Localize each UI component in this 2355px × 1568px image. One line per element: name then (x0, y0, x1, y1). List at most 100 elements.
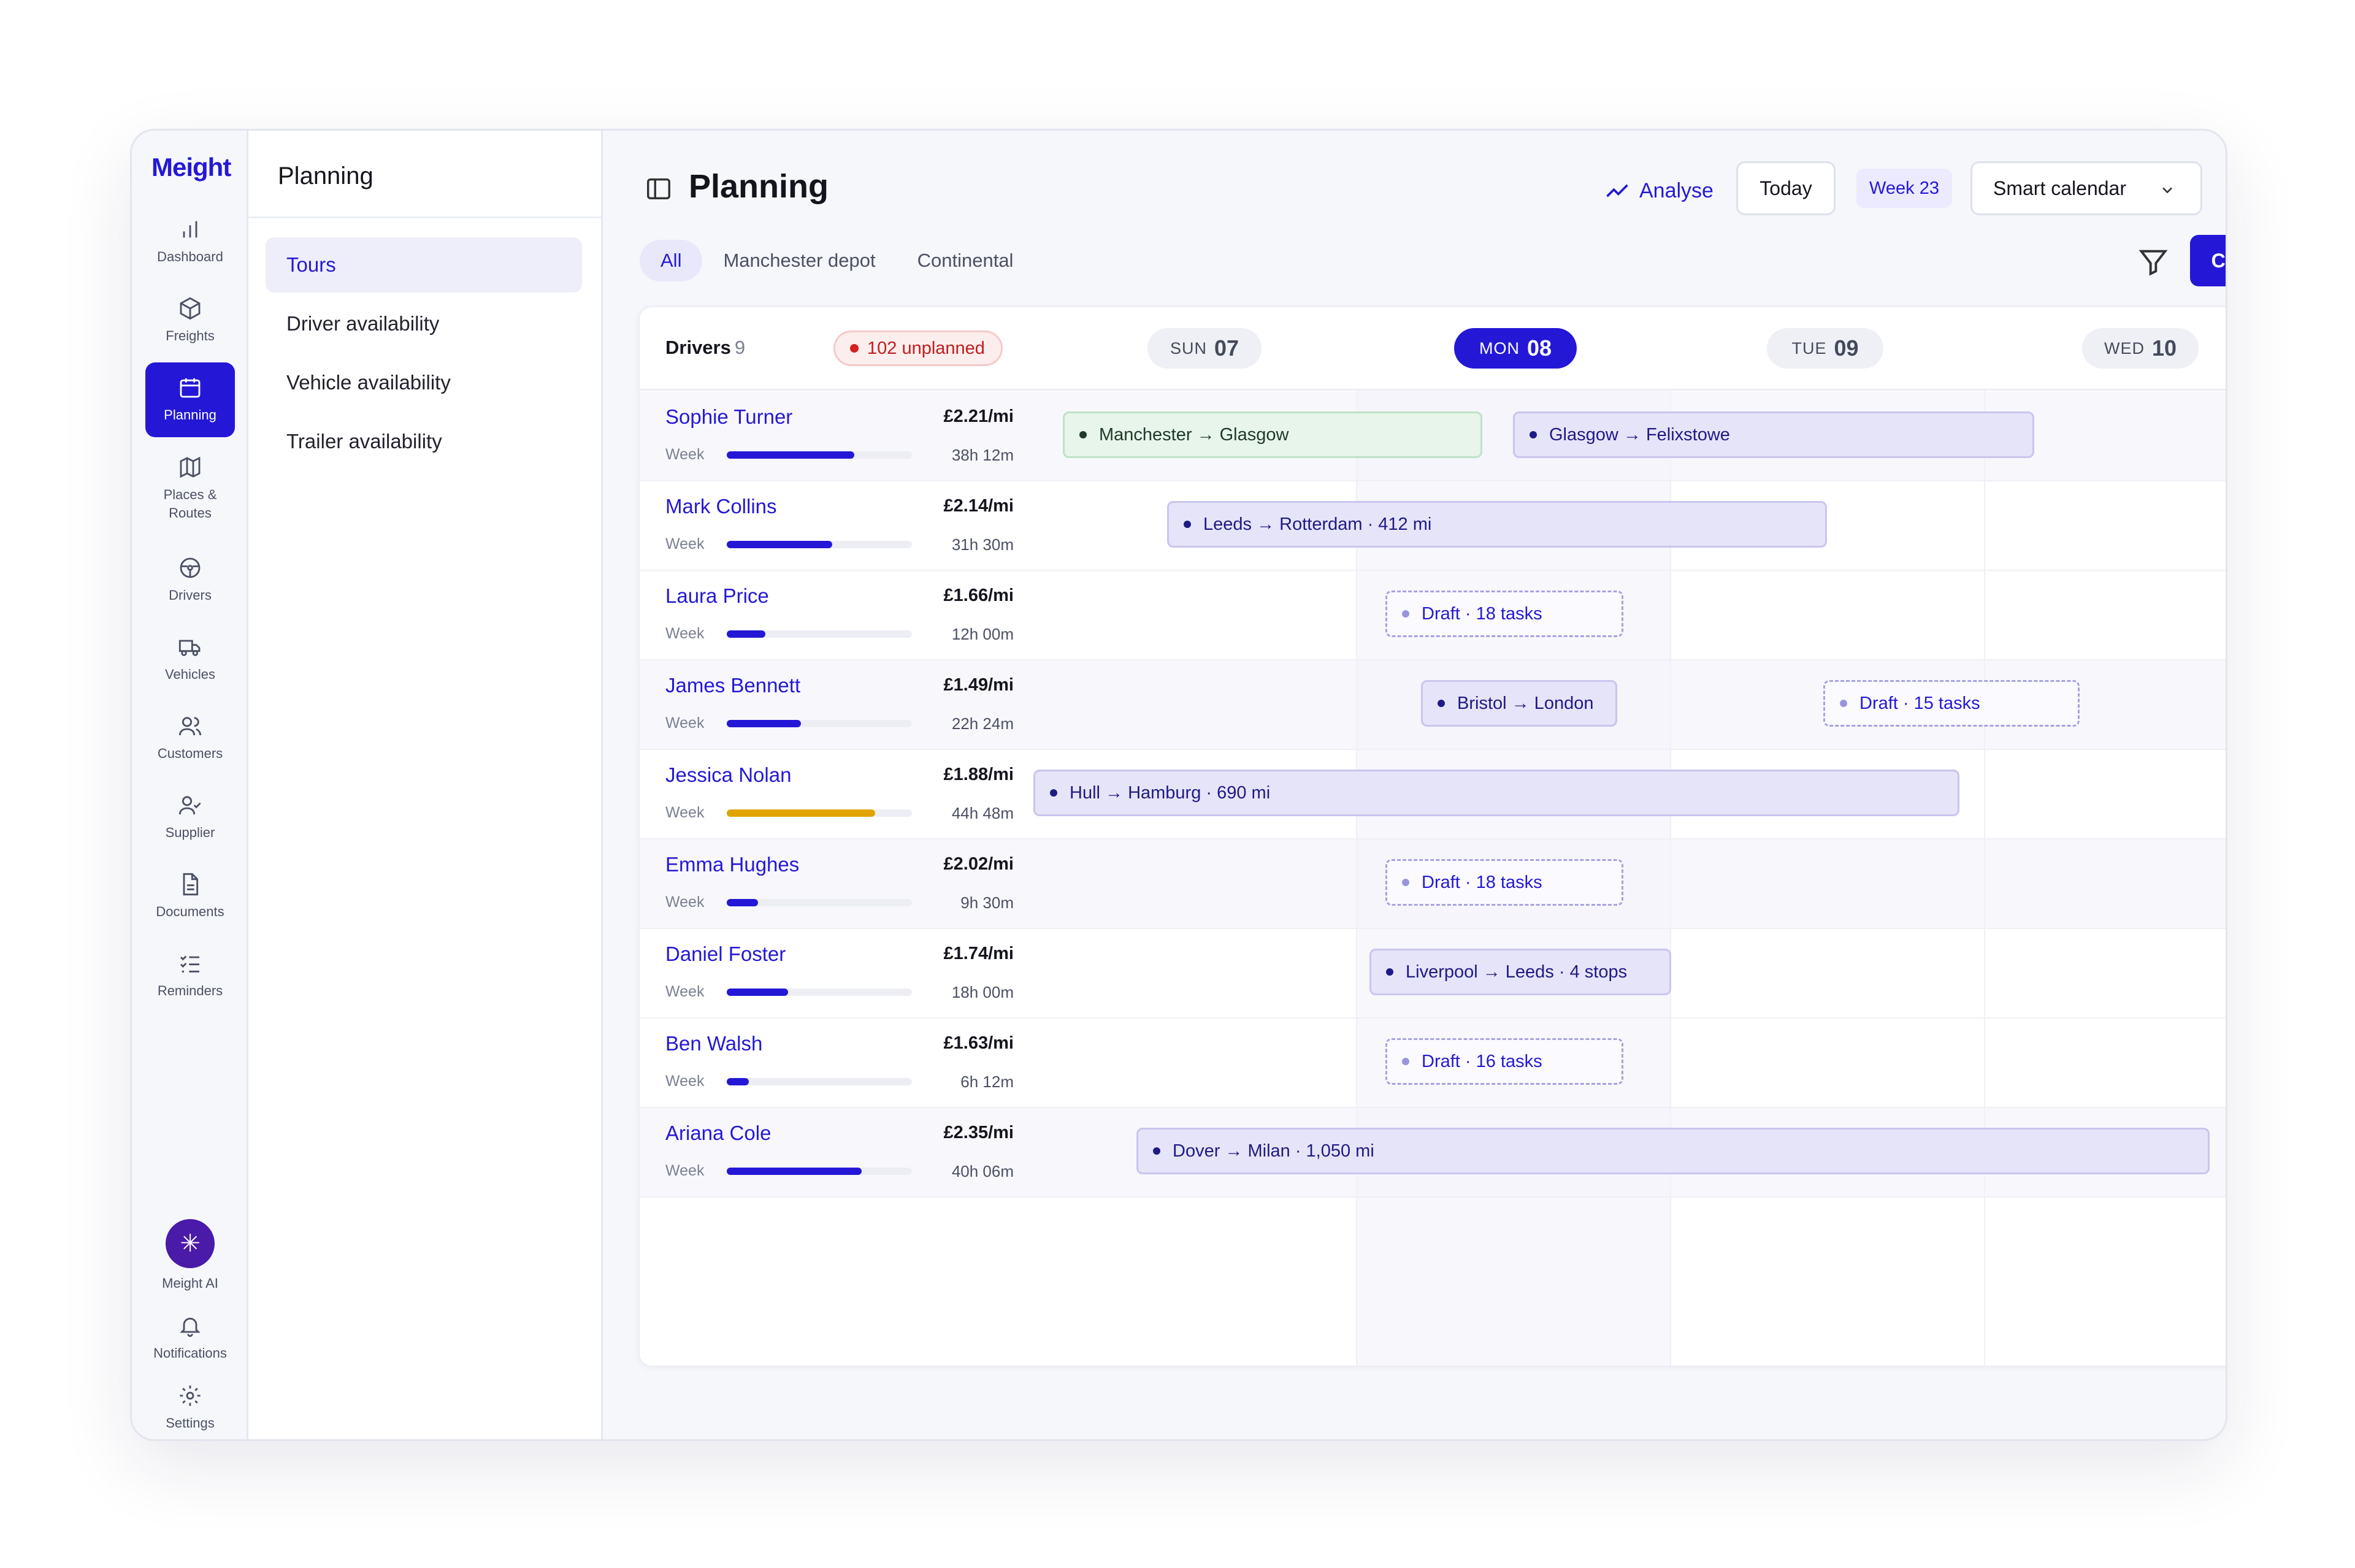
day-header-sun[interactable]: SUN 07 (1147, 328, 1262, 369)
nav-settings[interactable]: Settings (145, 1374, 235, 1439)
chevron-down-icon (2162, 187, 2172, 194)
tour-bar[interactable]: Bristol → London (1421, 680, 1617, 727)
calendar-mode-value: Smart calendar (1993, 177, 2126, 199)
day-header-tue[interactable]: TUE 09 (1767, 328, 1883, 369)
filter-button[interactable] (2137, 246, 2169, 278)
nav-supplier[interactable]: Supplier (145, 780, 235, 855)
driver-name[interactable]: Emma Hughes (665, 853, 799, 876)
driver-name[interactable]: Sophie Turner (665, 405, 792, 429)
tour-label: Hull → Hamburg · 690 mi (1070, 782, 1271, 803)
status-dot-icon (1438, 700, 1445, 707)
utilization-bar (727, 1078, 912, 1085)
nav-customers[interactable]: Customers (145, 701, 235, 776)
driver-name[interactable]: Mark Collins (665, 495, 777, 518)
day-header-wed[interactable]: WED 10 (2082, 328, 2199, 369)
user-check-icon (178, 796, 201, 815)
driver-row[interactable]: Emma Hughes £2.02/mi Week 9h 30m Draft ·… (640, 839, 2226, 929)
nav-places-routes[interactable]: Places & Routes (145, 446, 235, 532)
tour-bar[interactable]: Manchester → Glasgow (1063, 411, 1482, 458)
nav-notifications[interactable]: Notifications (145, 1304, 235, 1372)
utilization-fill (727, 809, 875, 817)
panel-toggle-button[interactable] (645, 175, 673, 203)
draft-tour-bar[interactable]: Draft · 18 tasks (1385, 859, 1623, 906)
driver-row[interactable]: Ben Walsh £1.63/mi Week 6h 12m Draft · 1… (640, 1019, 2226, 1108)
driver-hours: 18h 00m (951, 983, 1014, 1001)
analyse-button[interactable]: Analyse (1604, 174, 1714, 208)
tour-bar[interactable]: Dover → Milan · 1,050 mi (1136, 1128, 2210, 1174)
driver-row[interactable]: James Bennett £1.49/mi Week 22h 24m Bris… (640, 660, 2226, 750)
tour-bar[interactable]: Liverpool → Leeds · 4 stops (1369, 949, 1671, 995)
driver-row[interactable]: Ariana Cole £2.35/mi Week 40h 06m Dover … (640, 1108, 2226, 1198)
filter-all[interactable]: All (640, 240, 703, 281)
draft-tour-bar[interactable]: Draft · 18 tasks (1385, 591, 1623, 637)
driver-hours: 12h 00m (951, 625, 1014, 643)
day-date: 10 (2151, 335, 2177, 361)
nav-reminders[interactable]: Reminders (145, 938, 235, 1013)
draft-tour-bar[interactable]: Draft · 16 tasks (1385, 1038, 1623, 1085)
map-icon (180, 456, 201, 478)
draft-tour-bar[interactable]: Draft · 15 tasks (1823, 680, 2080, 727)
planning-board: Drivers 9 102 unplanned SUN 07 MON 08 TUE… (638, 306, 2226, 1367)
app-logo[interactable]: Meight (151, 153, 231, 182)
utilization-bar (727, 720, 912, 727)
driver-row[interactable]: Jessica Nolan £1.88/mi Week 44h 48m Hull… (640, 750, 2226, 839)
create-tour-button[interactable]: Create tour (2190, 235, 2226, 286)
utilization-fill (727, 899, 759, 906)
driver-row[interactable]: Laura Price £1.66/mi Week 12h 00m Draft … (640, 571, 2226, 660)
board-header: Drivers 9 102 unplanned SUN 07 MON 08 TUE… (640, 307, 2226, 391)
driver-name[interactable]: Ben Walsh (665, 1032, 762, 1055)
driver-row[interactable]: Mark Collins £2.14/mi Week 31h 30m Leeds… (640, 481, 2226, 571)
nav-documents[interactable]: Documents (145, 859, 235, 934)
utilization-bar (727, 809, 912, 817)
tour-bar[interactable]: Glasgow → Felixstowe (1513, 411, 2034, 458)
filter-manchester-depot[interactable]: Manchester depot (702, 240, 896, 281)
utilization-fill (727, 1078, 749, 1085)
nav-meight-ai[interactable]: ✳ Meight AI (145, 1210, 235, 1302)
tour-bar[interactable]: Leeds → Rotterdam · 412 mi (1167, 501, 1827, 548)
unplanned-badge[interactable]: 102 unplanned (833, 331, 1003, 366)
tour-label: Leeds → Rotterdam · 412 mi (1203, 514, 1432, 534)
alert-dot-icon (850, 344, 859, 353)
driver-name[interactable]: James Bennett (665, 674, 800, 697)
filter-continental[interactable]: Continental (897, 240, 1035, 281)
nav-freights[interactable]: Freights (145, 283, 235, 358)
nav-dashboard[interactable]: Dashboard (145, 204, 235, 279)
utilization-fill (727, 720, 801, 727)
drivers-count: 9 (734, 337, 746, 358)
day-header-mon[interactable]: MON 08 (1454, 328, 1577, 369)
tour-label: Manchester → Glasgow (1099, 424, 1289, 445)
today-button[interactable]: Today (1736, 161, 1836, 215)
utilization-bar (727, 989, 912, 996)
driver-name[interactable]: Laura Price (665, 584, 769, 608)
tour-bar[interactable]: Hull → Hamburg · 690 mi (1033, 770, 1959, 816)
depot-filter-tabs: All Manchester depot Continental (640, 240, 1034, 281)
nav-planning[interactable]: Planning (145, 362, 235, 437)
nav-vehicles[interactable]: Vehicles (145, 622, 235, 697)
utilization-fill (727, 1168, 862, 1175)
driver-name[interactable]: Ariana Cole (665, 1122, 771, 1145)
subnav-item-vehicle-availability[interactable]: Vehicle availability (266, 355, 582, 410)
nav-label: Customers (157, 746, 223, 761)
calendar-mode-select[interactable]: Smart calendar (1970, 161, 2202, 215)
driver-rate: £1.63/mi (943, 1033, 1014, 1053)
driver-row[interactable]: Daniel Foster £1.74/mi Week 18h 00m Live… (640, 929, 2226, 1019)
week-label: Week (665, 804, 705, 821)
driver-hours: 40h 06m (951, 1162, 1014, 1180)
subnav-item-driver-availability[interactable]: Driver availability (266, 296, 582, 351)
utilization-bar (727, 630, 912, 638)
day-name: TUE (1791, 338, 1827, 358)
tour-label: Glasgow → Felixstowe (1549, 424, 1730, 445)
status-dot-icon (1386, 968, 1393, 976)
nav-drivers[interactable]: Drivers (145, 543, 235, 618)
icon-rail: Meight Dashboard Freights Planning Place… (132, 131, 248, 1439)
utilization-bar (727, 541, 912, 548)
subnav-item-trailer-availability[interactable]: Trailer availability (266, 414, 582, 469)
driver-rate: £2.14/mi (943, 496, 1014, 516)
subnav-item-tours[interactable]: Tours (266, 237, 582, 293)
driver-rate: £1.74/mi (943, 944, 1014, 963)
driver-name[interactable]: Daniel Foster (665, 943, 786, 966)
driver-row[interactable]: Sophie Turner £2.21/mi Week 38h 12m Manc… (640, 392, 2226, 481)
driver-name[interactable]: Jessica Nolan (665, 763, 791, 787)
week-label: Week (665, 983, 705, 1000)
status-dot-icon (1050, 789, 1057, 797)
